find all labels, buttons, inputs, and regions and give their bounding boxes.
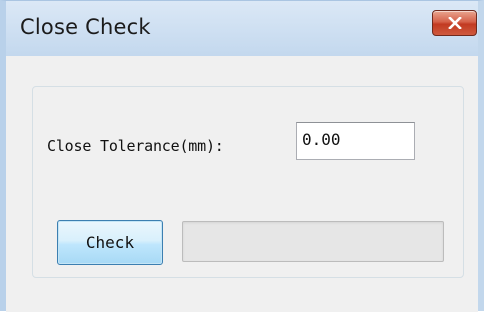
dialog-client-area: Close Tolerance(mm): 0.00 Check	[6, 56, 478, 312]
close-tolerance-label: Close Tolerance(mm):	[47, 137, 224, 155]
close-x-icon	[447, 17, 462, 29]
check-progress-bar	[182, 221, 444, 262]
close-button[interactable]	[432, 10, 477, 36]
check-button[interactable]: Check	[57, 220, 163, 265]
close-tolerance-input[interactable]: 0.00	[296, 122, 415, 160]
close-check-dialog: Close Check Close Tolerance(mm): 0.00 Ch…	[0, 0, 484, 312]
window-title: Close Check	[20, 15, 151, 39]
title-bar[interactable]: Close Check	[6, 1, 478, 56]
